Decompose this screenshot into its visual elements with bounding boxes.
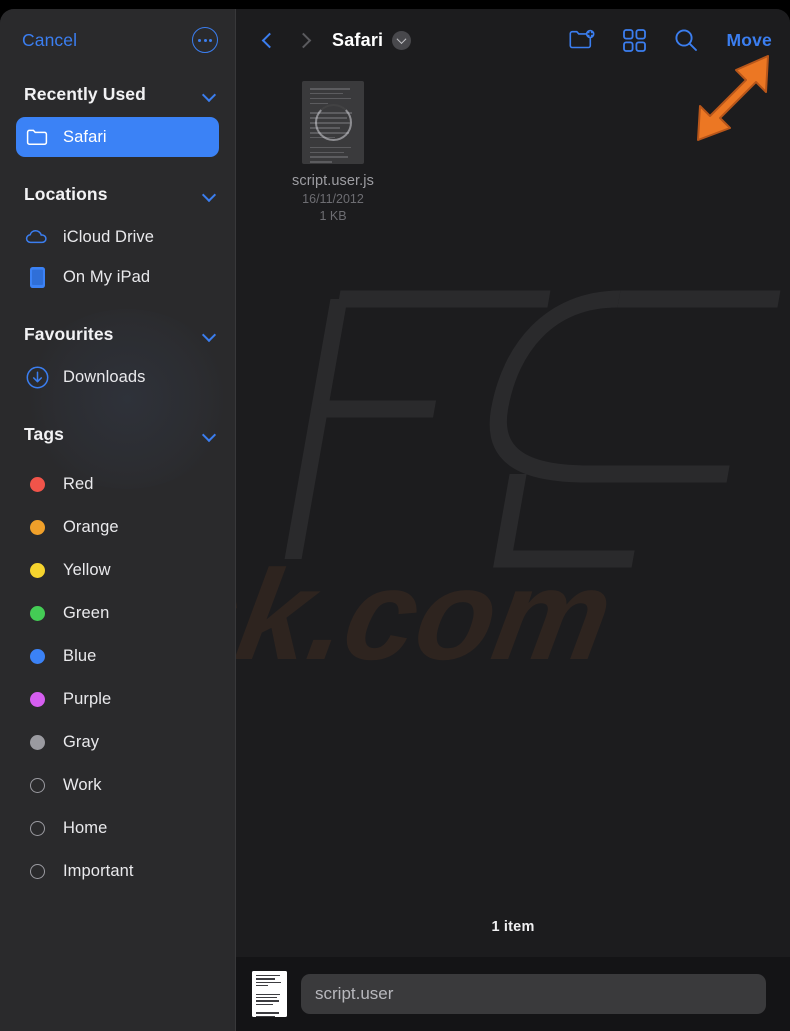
ipad-icon — [25, 265, 49, 289]
chevron-down-icon[interactable] — [203, 430, 217, 439]
sidebar-tag-work[interactable]: Work — [16, 764, 219, 807]
chevron-down-icon[interactable] — [203, 90, 217, 99]
sidebar-group-title: Tags — [24, 423, 64, 444]
sidebar-tag-home[interactable]: Home — [16, 807, 219, 850]
tag-dot-icon — [25, 473, 49, 497]
document-thumbnail-icon — [252, 971, 287, 1017]
sidebar-item-label: Red — [63, 475, 94, 493]
file-name: script.user.js — [292, 173, 374, 189]
sidebar-header: Cancel — [0, 9, 235, 71]
sidebar-group-title: Recently Used — [24, 83, 146, 104]
tag-dot-icon — [25, 602, 49, 626]
sidebar-tag-purple[interactable]: Purple — [16, 678, 219, 721]
filename-input[interactable] — [301, 974, 766, 1014]
file-browser-pane: isk.com Safari Move script.user.js 16/11… — [236, 9, 790, 1031]
sidebar-tag-orange[interactable]: Orange — [16, 506, 219, 549]
sidebar-group-title: Favourites — [24, 323, 114, 344]
sidebar-group-header-recently-used[interactable]: Recently Used — [0, 79, 235, 109]
move-button[interactable]: Move — [712, 30, 772, 51]
sidebar-item-label: Yellow — [63, 561, 111, 579]
sidebar-item-label: Home — [63, 819, 108, 837]
filename-bar — [236, 957, 790, 1031]
tag-dot-icon — [25, 645, 49, 669]
sidebar: Cancel Recently Used Safari Locations iC… — [0, 9, 236, 1031]
sidebar-tag-gray[interactable]: Gray — [16, 721, 219, 764]
search-icon[interactable] — [660, 18, 712, 62]
sidebar-group-header-locations[interactable]: Locations — [0, 179, 235, 209]
spinner-icon — [314, 104, 352, 141]
file-grid: script.user.js 16/11/2012 1 KB — [236, 71, 790, 919]
document-thumbnail-icon — [302, 81, 364, 164]
sidebar-item-label: Important — [63, 862, 134, 880]
chevron-right-icon[interactable] — [286, 20, 320, 60]
file-date: 16/11/2012 — [302, 192, 364, 206]
sidebar-tag-green[interactable]: Green — [16, 592, 219, 635]
sidebar-tag-important[interactable]: Important — [16, 850, 219, 893]
folder-icon — [25, 125, 49, 149]
sidebar-item-label: Blue — [63, 647, 97, 665]
chevron-down-icon[interactable] — [203, 190, 217, 199]
file-item[interactable]: script.user.js 16/11/2012 1 KB — [278, 81, 388, 223]
sidebar-item-label: Work — [63, 776, 102, 794]
chevron-down-icon[interactable] — [392, 30, 412, 50]
grid-view-icon[interactable] — [608, 18, 660, 62]
files-sheet: Cancel Recently Used Safari Locations iC… — [0, 9, 790, 1031]
sidebar-item-label: On My iPad — [63, 267, 151, 286]
new-folder-icon[interactable] — [556, 18, 608, 62]
tag-dot-hollow-icon — [25, 860, 49, 884]
tag-dot-icon — [25, 688, 49, 712]
sidebar-item-on-my-ipad[interactable]: On My iPad — [16, 257, 219, 297]
tag-dot-icon — [25, 559, 49, 583]
chevron-left-icon[interactable] — [252, 20, 286, 60]
main-toolbar: Safari Move — [236, 9, 790, 71]
sidebar-tag-yellow[interactable]: Yellow — [16, 549, 219, 592]
page-title: Safari — [332, 29, 384, 50]
sidebar-item-label: Green — [63, 604, 110, 622]
sidebar-item-label: Safari — [63, 127, 107, 146]
sidebar-item-label: Gray — [63, 733, 100, 751]
tag-dot-hollow-icon — [25, 817, 49, 841]
sidebar-item-downloads[interactable]: Downloads — [16, 357, 219, 397]
chevron-down-icon[interactable] — [203, 330, 217, 339]
sidebar-item-safari[interactable]: Safari — [16, 117, 219, 157]
sidebar-item-label: Purple — [63, 690, 112, 708]
tag-dot-icon — [25, 731, 49, 755]
tag-dot-icon — [25, 516, 49, 540]
ellipsis-circle-icon[interactable] — [192, 27, 218, 53]
sidebar-item-icloud-drive[interactable]: iCloud Drive — [16, 217, 219, 257]
sidebar-group-header-favourites[interactable]: Favourites — [0, 319, 235, 349]
cancel-button[interactable]: Cancel — [22, 30, 77, 51]
sidebar-item-label: Downloads — [63, 367, 146, 386]
sidebar-group-header-tags[interactable]: Tags — [0, 419, 235, 449]
sidebar-tag-red[interactable]: Red — [16, 463, 219, 506]
item-count-label: 1 item — [491, 919, 535, 935]
sidebar-group-title: Locations — [24, 183, 108, 204]
sidebar-item-label: iCloud Drive — [63, 227, 155, 246]
cloud-icon — [25, 225, 49, 249]
file-size: 1 KB — [319, 209, 347, 223]
breadcrumb[interactable]: Safari — [332, 29, 412, 51]
ipad-files-move-sheet: Cancel Recently Used Safari Locations iC… — [0, 0, 790, 1031]
sidebar-item-label: Orange — [63, 518, 119, 536]
tag-dot-hollow-icon — [25, 774, 49, 798]
sidebar-tag-blue[interactable]: Blue — [16, 635, 219, 678]
download-circle-icon — [25, 365, 49, 389]
